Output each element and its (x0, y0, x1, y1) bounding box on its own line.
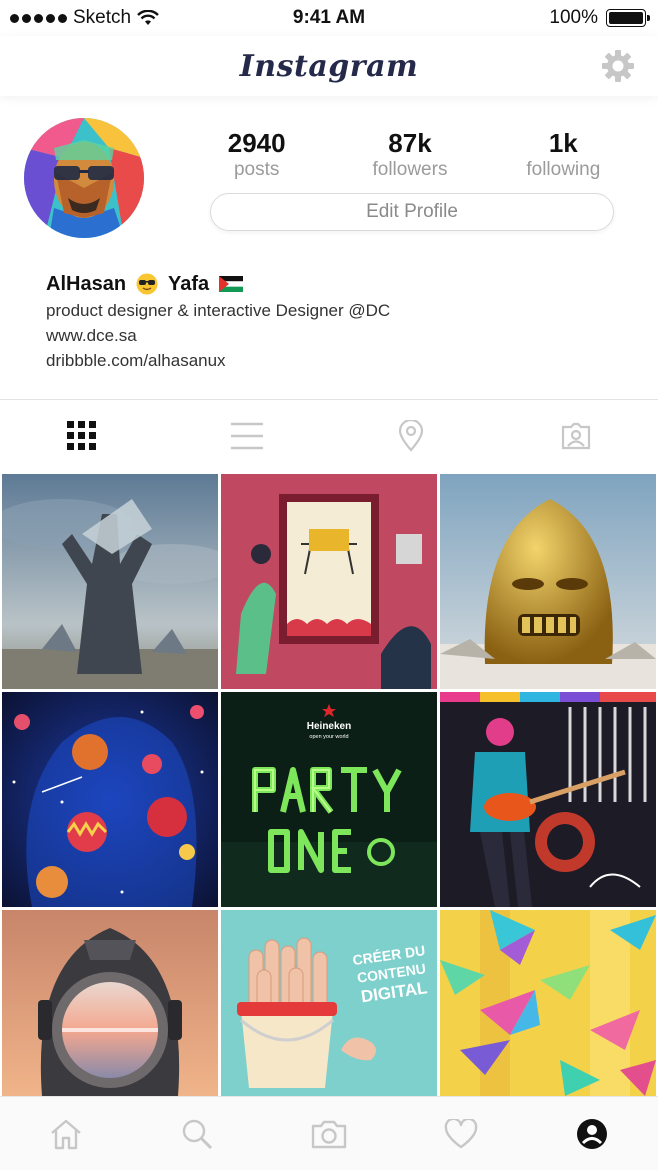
tile-text-brand: Heineken (307, 721, 351, 732)
stat-label: followers (372, 159, 448, 180)
signal-strength-icon (10, 13, 67, 23)
photo-grid: Heineken open your world CRÉER DU CONTEN… (2, 474, 656, 1096)
location-pin-icon (399, 419, 424, 452)
grid-photo-4[interactable] (2, 692, 218, 907)
status-bar: Sketch 9:41 AM 100% (0, 0, 658, 36)
status-right: 100% (549, 7, 650, 29)
profile-bio-text: product designer & interactive Designer … (46, 301, 391, 320)
search-icon (183, 1119, 213, 1149)
stat-value: 87k (388, 128, 432, 158)
avatar[interactable] (24, 118, 144, 238)
stat-label: posts (233, 159, 280, 180)
grid-photo-9[interactable] (440, 910, 656, 1096)
bottom-tab-bar (0, 1096, 658, 1170)
space-planets-artwork (2, 692, 218, 907)
stat-value: 1k (548, 128, 578, 158)
status-left: Sketch (10, 7, 159, 29)
camera-icon (311, 1120, 347, 1148)
carrier-label: Sketch (73, 7, 132, 28)
tab-location[interactable] (361, 406, 461, 466)
tab-profile[interactable] (562, 1104, 622, 1164)
edit-profile-button[interactable]: Edit Profile (210, 193, 614, 231)
tab-grid[interactable] (32, 406, 132, 466)
tab-tagged[interactable] (526, 406, 626, 466)
profile-header: 2940 posts 87k followers 1k following Ed… (0, 96, 658, 399)
battery-icon (606, 9, 650, 27)
wifi-icon (137, 10, 159, 25)
stat-following[interactable]: 1k following (488, 128, 638, 182)
tagged-photos-icon (561, 422, 590, 449)
settings-button[interactable] (598, 46, 638, 86)
profile-first-name: AlHasan (46, 272, 127, 295)
stat-label: following (526, 159, 601, 180)
battery-percent: 100% (549, 7, 598, 28)
home-icon (51, 1119, 81, 1149)
profile-link-dribbble[interactable]: dribbble.com/alhasanux (46, 348, 626, 373)
profile-stats: 2940 posts 87k followers 1k following (180, 128, 640, 182)
tile-text-tagline: open your world (309, 734, 348, 740)
tab-list[interactable] (197, 406, 297, 466)
profile-tabs (0, 399, 658, 471)
sunglasses-emoji-icon (136, 273, 158, 295)
palestine-flag-icon (219, 276, 244, 292)
golden-head-artwork (440, 474, 656, 689)
profile-icon (577, 1118, 608, 1149)
grid-photo-1[interactable] (2, 474, 218, 689)
astronaut-helmet-artwork (2, 910, 218, 1096)
heart-icon (444, 1118, 477, 1148)
tab-search[interactable] (167, 1104, 227, 1164)
grid-photo-3[interactable] (440, 474, 656, 689)
grid-photo-7[interactable] (2, 910, 218, 1096)
profile-last-name: Yafa (168, 272, 210, 295)
grid-photo-2[interactable] (221, 474, 437, 689)
grid-icon (67, 420, 97, 450)
profile-link-website[interactable]: www.dce.sa (46, 323, 626, 348)
tab-camera[interactable] (299, 1104, 359, 1164)
stone-hand-artwork (2, 474, 218, 689)
avatar-portrait-image (24, 118, 144, 238)
stat-followers[interactable]: 87k followers (335, 128, 485, 182)
grid-photo-5[interactable]: Heineken open your world (221, 692, 437, 907)
tab-activity[interactable] (431, 1104, 491, 1164)
gear-icon (602, 50, 634, 82)
grid-photo-8[interactable]: CRÉER DU CONTENU DIGITAL (221, 910, 437, 1096)
tab-home[interactable] (36, 1104, 96, 1164)
theater-illustration (221, 474, 437, 689)
stat-value: 2940 (227, 128, 286, 158)
neon-party-artwork: Heineken open your world (221, 692, 437, 907)
stat-posts[interactable]: 2940 posts (182, 128, 332, 182)
list-icon (230, 422, 263, 449)
nav-bar: Instagram (0, 36, 658, 96)
app-logo: Instagram (239, 48, 419, 84)
guitarist-artwork (440, 692, 656, 907)
grid-photo-6[interactable] (440, 692, 656, 907)
paper-planes-artwork (440, 910, 656, 1096)
profile-bio: AlHasan Yafa product designer & interact… (46, 270, 626, 373)
profile-name-row: AlHasan Yafa (46, 270, 626, 298)
battery-fill (609, 12, 643, 24)
bucket-fingers-artwork: CRÉER DU CONTENU DIGITAL (221, 910, 437, 1096)
